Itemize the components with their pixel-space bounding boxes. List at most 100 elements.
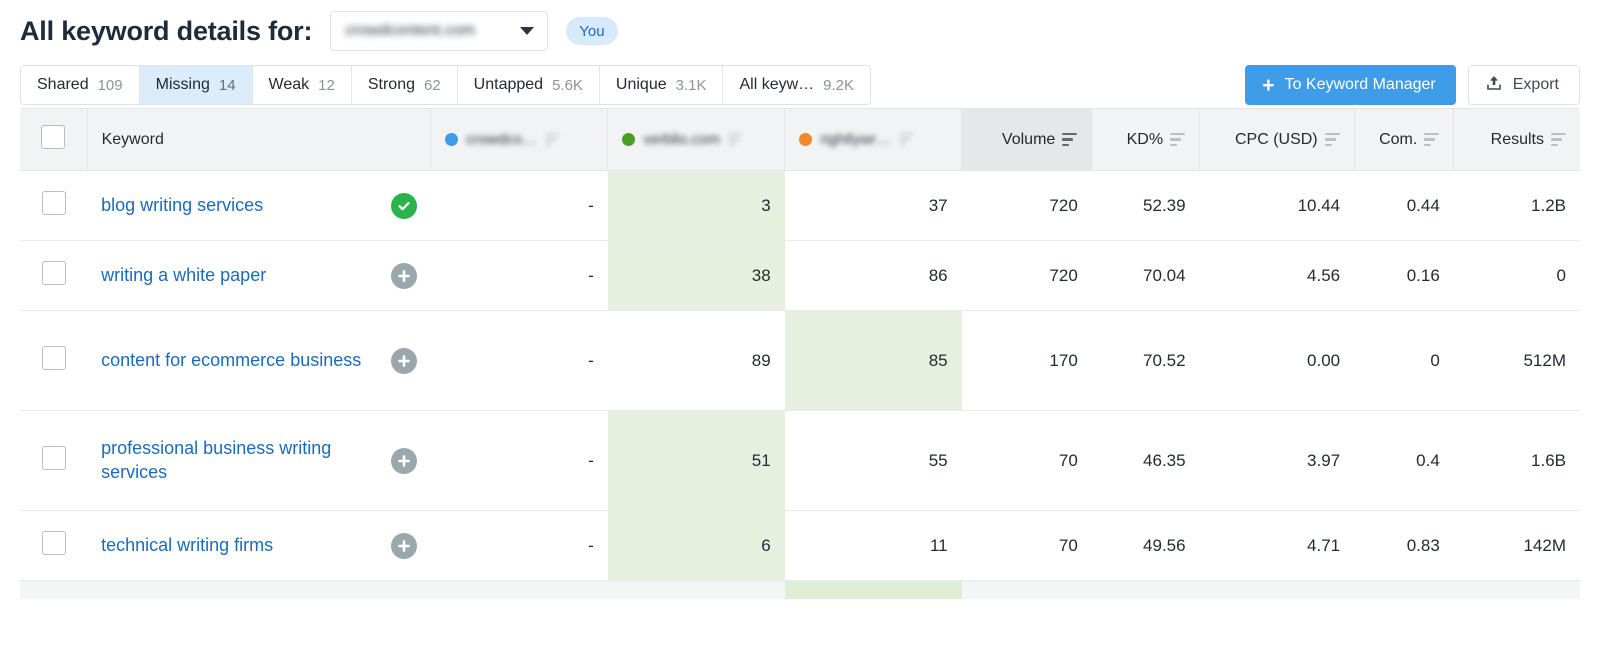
column-header-com[interactable]: Com. [1354, 108, 1455, 171]
cpc-cell: 4.71 [1199, 510, 1355, 581]
tab-count: 5.6K [552, 76, 583, 94]
chevron-down-icon [520, 27, 535, 35]
plus-icon[interactable] [390, 532, 417, 559]
table-row[interactable]: professional business writing services -5… [20, 410, 1580, 511]
domain-color-dot [445, 133, 459, 146]
select-all-checkbox[interactable] [41, 125, 66, 149]
cpc-cell: 0.00 [1199, 310, 1355, 411]
column-header-results[interactable]: Results [1453, 108, 1580, 171]
keyword-cell: blog writing services [87, 170, 431, 241]
column-header-domain-1[interactable]: crowdco… [430, 108, 609, 171]
rank-cell [784, 580, 962, 599]
domain-color-dot [622, 133, 636, 146]
tab-count: 12 [318, 76, 335, 94]
to-keyword-manager-button[interactable]: + To Keyword Manager [1245, 65, 1456, 105]
sort-icon[interactable] [1551, 132, 1566, 147]
plus-icon[interactable] [390, 447, 417, 474]
table-row[interactable]: blog writing services -3 37 720 52.39 10.44 0.… [20, 170, 1580, 241]
row-select-cell [20, 240, 88, 311]
table-row[interactable]: writing a white paper -38 86 720 70.04 4.56 0.… [20, 240, 1580, 311]
column-header-label: Volume [1001, 130, 1056, 148]
export-label: Export [1512, 76, 1559, 93]
table-row-partial[interactable] [20, 580, 1580, 599]
row-select-cell [20, 510, 88, 581]
check-icon[interactable] [390, 192, 417, 219]
tab-count: 3.1K [675, 76, 707, 94]
com-cell: 0 [1354, 310, 1454, 411]
keyword-link[interactable]: blog writing services [101, 194, 263, 217]
table-row[interactable]: technical writing firms -6 11 70 49.56 4.71 0.… [20, 510, 1580, 581]
plus-icon[interactable] [390, 347, 417, 374]
results-cell: 142M [1453, 510, 1580, 581]
rank-cell: 85 [784, 310, 962, 411]
tab-untapped[interactable]: Untapped 5.6K [458, 66, 600, 104]
keyword-link[interactable]: content for ecommerce business [101, 349, 361, 372]
tab-unique[interactable]: Unique 3.1K [600, 66, 724, 104]
tab-label: All keyw… [739, 76, 815, 93]
rank-cell: - [430, 510, 608, 581]
row-checkbox[interactable] [41, 531, 66, 555]
filter-tabs: Shared 109 Missing 14 Weak 12 Strong 62 … [20, 65, 872, 105]
row-checkbox[interactable] [41, 346, 66, 370]
keyword-cell: technical writing firms [87, 510, 431, 581]
sort-icon[interactable] [727, 132, 743, 147]
column-header-label: KD% [1126, 130, 1164, 148]
export-button[interactable]: Export [1467, 65, 1580, 105]
rank-cell: - [430, 310, 608, 411]
plus-icon[interactable] [390, 262, 417, 289]
keyword-link[interactable]: writing a white paper [101, 264, 266, 287]
column-header-domain-2[interactable]: verblio.com [607, 108, 786, 171]
row-checkbox[interactable] [41, 191, 66, 215]
sort-icon[interactable] [545, 132, 561, 147]
volume-cell: 70 [961, 410, 1092, 511]
column-header-domain-3[interactable]: rightlywr… [784, 108, 963, 171]
sort-icon[interactable] [1062, 132, 1078, 147]
sort-icon[interactable] [899, 132, 915, 147]
tab-shared[interactable]: Shared 109 [21, 66, 140, 104]
tab-all-keywords[interactable]: All keyw… 9.2K [723, 66, 870, 104]
tab-strong[interactable]: Strong 62 [352, 66, 458, 104]
to-keyword-manager-label: To Keyword Manager [1284, 76, 1436, 93]
you-badge: You [566, 17, 618, 45]
column-header-cpc[interactable]: CPC (USD) [1199, 108, 1355, 171]
column-header-volume[interactable]: Volume [961, 108, 1093, 171]
row-select-cell [20, 170, 88, 241]
row-checkbox[interactable] [41, 261, 66, 285]
column-header-label: Keyword [101, 130, 164, 148]
rank-cell: - [430, 240, 608, 311]
row-checkbox[interactable] [41, 446, 66, 470]
domain-name-label: rightlywr… [820, 131, 892, 148]
tab-weak[interactable]: Weak 12 [253, 66, 352, 104]
tab-label: Weak [268, 76, 310, 93]
sort-icon[interactable] [1324, 132, 1340, 147]
select-all-header [20, 108, 88, 171]
sort-icon[interactable] [1424, 132, 1440, 147]
cpc-cell: 10.44 [1199, 170, 1355, 241]
page-title: All keyword details for: [20, 15, 313, 46]
tab-missing[interactable]: Missing 14 [139, 66, 253, 104]
kd-cell: 52.39 [1091, 170, 1200, 241]
results-cell: 1.2B [1453, 170, 1580, 241]
volume-cell: 720 [961, 240, 1092, 311]
column-header-kd[interactable]: KD% [1091, 108, 1201, 171]
domain-dropdown[interactable]: crowdcontent.com [330, 11, 549, 51]
sort-icon[interactable] [1170, 132, 1186, 147]
rank-cell: 89 [607, 310, 785, 411]
column-header-keyword[interactable]: Keyword [87, 108, 432, 171]
domain-name-label: crowdco… [466, 131, 538, 148]
table-row[interactable]: content for ecommerce business -89 85 170 70… [20, 310, 1580, 411]
keyword-link[interactable]: technical writing firms [101, 534, 273, 557]
keyword-link[interactable]: professional business writing services [101, 437, 379, 483]
volume-cell: 720 [961, 170, 1092, 241]
rank-cell: 86 [784, 240, 962, 311]
keyword-table-container: Keyword crowdco… verblio.com rightlywr… … [0, 108, 1600, 599]
row-select-cell [20, 410, 88, 511]
domain-dropdown-value: crowdcontent.com [345, 22, 476, 39]
keyword-cell: content for ecommerce business [87, 310, 431, 411]
tab-count: 9.2K [823, 76, 855, 94]
rank-cell: 3 [607, 170, 785, 241]
keyword-table-body: blog writing services -3 37 720 52.39 10.44 0.… [20, 170, 1580, 599]
kd-cell: 46.35 [1091, 410, 1200, 511]
rank-cell: 11 [784, 510, 962, 581]
volume-cell [961, 580, 1092, 599]
